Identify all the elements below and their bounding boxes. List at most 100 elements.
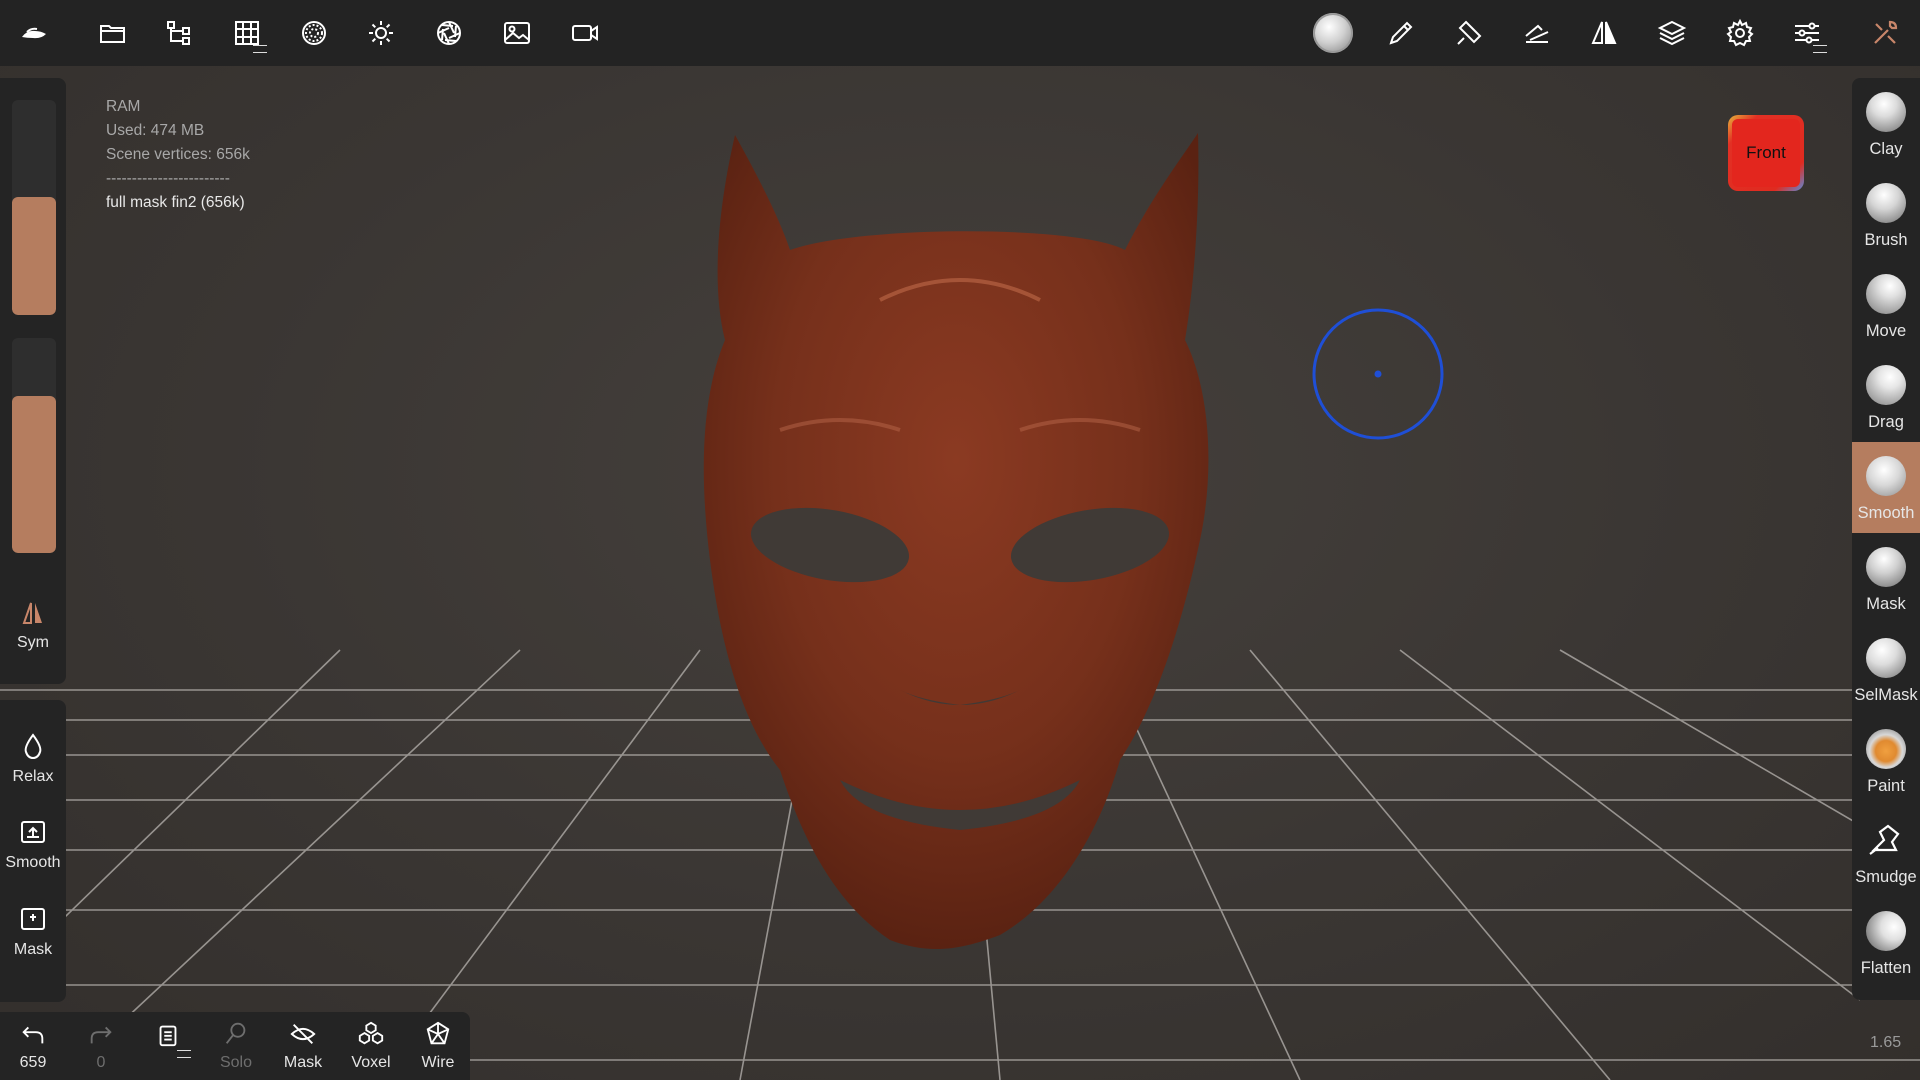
left-tool-panel: Relax Smooth Mask <box>0 700 66 1002</box>
brush-flatten[interactable]: Flatten <box>1852 897 1920 988</box>
wireframe-icon <box>426 1021 450 1045</box>
mask-box-icon <box>21 908 45 930</box>
brush-drag[interactable]: Drag <box>1852 351 1920 442</box>
smooth-box-icon <box>21 821 45 843</box>
smooth-tool-label: Smooth <box>5 854 61 871</box>
undo-count: 659 <box>19 1054 47 1071</box>
selmask-sphere-icon <box>1866 638 1906 678</box>
redo-count: 0 <box>96 1054 106 1071</box>
wire-label: Wire <box>421 1054 455 1071</box>
solo-button[interactable]: Solo <box>203 1020 269 1072</box>
brush-label: SelMask <box>1854 686 1918 704</box>
redo-icon <box>90 1026 112 1044</box>
brush-panel: Clay Brush Move Drag Smooth Mask SelMask Paint S… <box>1852 78 1920 1000</box>
undo-icon <box>22 1026 44 1044</box>
sym-button[interactable]: Sym <box>0 598 66 652</box>
brush-label: Smudge <box>1855 868 1917 886</box>
flatten-sphere-icon <box>1866 911 1906 951</box>
clipboard-icon <box>159 1025 177 1047</box>
voxel-label: Voxel <box>351 1054 391 1071</box>
brush-brush[interactable]: Brush <box>1852 169 1920 260</box>
mask-tool-button[interactable]: Mask <box>0 905 66 959</box>
app-logo-icon[interactable] <box>12 11 56 55</box>
mask-tool-label: Mask <box>13 941 53 958</box>
image-icon[interactable] <box>495 11 539 55</box>
symmetry-icon[interactable] <box>1582 11 1626 55</box>
top-toolbar <box>0 0 1920 66</box>
layers-icon[interactable] <box>1650 11 1694 55</box>
symmetry-icon <box>22 602 42 624</box>
video-camera-icon[interactable] <box>563 11 607 55</box>
mesh-name[interactable]: full mask fin2 (656k) <box>106 191 250 215</box>
light-icon[interactable] <box>359 11 403 55</box>
brush-label: Clay <box>1869 140 1903 158</box>
left-slider-panel: Sym <box>0 78 66 684</box>
radius-slider-fill <box>12 196 56 315</box>
brush-label: Drag <box>1868 413 1904 431</box>
scene-info: RAM Used: 474 MB Scene vertices: 656k --… <box>106 95 250 215</box>
brush-label: Paint <box>1867 777 1905 795</box>
mask-visibility-button[interactable]: Mask <box>270 1020 336 1072</box>
view-cube-front[interactable]: Front <box>1732 119 1800 187</box>
bottom-toolbar: 659 0 Solo Mask Voxel Wire <box>0 1012 470 1080</box>
intensity-slider[interactable] <box>12 338 56 553</box>
search-icon <box>225 1022 246 1044</box>
topology-icon[interactable] <box>225 11 269 55</box>
scene-vertices: Scene vertices: 656k <box>106 146 250 163</box>
brush-clay[interactable]: Clay <box>1852 78 1920 169</box>
brush-paint[interactable]: Paint <box>1852 715 1920 806</box>
zoom-value: 1.65 <box>1870 1034 1902 1051</box>
scene-canvas[interactable] <box>0 0 1920 1080</box>
brush-smooth[interactable]: Smooth <box>1852 442 1920 533</box>
brush-sphere-icon <box>1866 183 1906 223</box>
radius-slider[interactable] <box>12 100 56 315</box>
brush-label: Brush <box>1864 231 1908 249</box>
paint-sphere-icon <box>1866 729 1906 769</box>
folder-icon[interactable] <box>91 11 135 55</box>
undo-button[interactable]: 659 <box>0 1020 66 1072</box>
pen-icon[interactable] <box>1379 11 1423 55</box>
smudge-icon <box>1869 824 1900 855</box>
material-sphere-icon[interactable] <box>292 11 336 55</box>
drag-sphere-icon <box>1866 365 1906 405</box>
sym-label: Sym <box>17 634 49 651</box>
mask-label: Mask <box>283 1054 323 1071</box>
brush-cursor <box>1312 308 1444 440</box>
solo-label: Solo <box>219 1054 253 1071</box>
brush-label: Flatten <box>1860 959 1912 977</box>
mask-model <box>703 133 1209 950</box>
info-separator: ------------------------ <box>106 170 230 187</box>
settings-icon[interactable] <box>1718 11 1762 55</box>
current-brush-icon[interactable] <box>1311 11 1355 55</box>
relax-button[interactable]: Relax <box>0 732 66 786</box>
brush-label: Smooth <box>1857 504 1915 522</box>
brush-selmask[interactable]: SelMask <box>1852 624 1920 715</box>
intensity-slider-fill <box>12 396 56 553</box>
clipboard-button[interactable] <box>135 1020 201 1058</box>
stroke-icon[interactable] <box>1515 11 1559 55</box>
wire-button[interactable]: Wire <box>405 1020 471 1072</box>
smooth-sphere-icon <box>1866 456 1906 496</box>
ram-used: Used: 474 MB <box>106 122 205 139</box>
droplet-icon <box>24 733 42 760</box>
voxel-cubes-icon <box>358 1021 384 1045</box>
relax-label: Relax <box>12 768 54 785</box>
redo-button[interactable]: 0 <box>68 1020 134 1072</box>
brush-label: Mask <box>1866 595 1906 613</box>
voxel-button[interactable]: Voxel <box>338 1020 404 1072</box>
scene-tree-icon[interactable] <box>158 11 202 55</box>
mask-sphere-icon <box>1866 547 1906 587</box>
paint-bucket-icon[interactable] <box>1447 11 1491 55</box>
view-cube[interactable]: Front <box>1728 115 1804 191</box>
brush-label: Move <box>1865 322 1907 340</box>
tools-icon[interactable] <box>1863 11 1907 55</box>
clay-sphere-icon <box>1866 92 1906 132</box>
brush-mask[interactable]: Mask <box>1852 533 1920 624</box>
move-sphere-icon <box>1866 274 1906 314</box>
brush-smudge[interactable]: Smudge <box>1852 806 1920 897</box>
aperture-icon[interactable] <box>427 11 471 55</box>
ram-label: RAM <box>106 98 141 115</box>
smooth-tool-button[interactable]: Smooth <box>0 818 66 872</box>
brush-move[interactable]: Move <box>1852 260 1920 351</box>
sliders-icon[interactable] <box>1785 11 1829 55</box>
